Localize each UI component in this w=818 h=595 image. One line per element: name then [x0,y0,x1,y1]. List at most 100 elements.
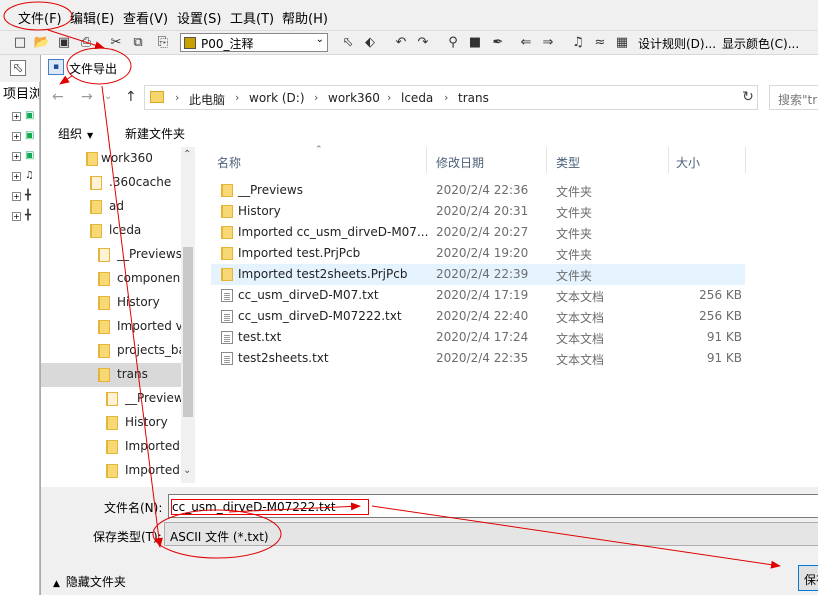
forward-arrow-icon[interactable]: → [81,89,93,105]
layer-select[interactable]: P00_注释 ⌄ [180,33,328,52]
paste-icon[interactable]: ⎘ [155,34,171,50]
nav-item-work360[interactable]: work360 [41,147,181,171]
nav-item-history[interactable]: History [41,291,181,315]
copy-icon[interactable]: ⧉ [130,34,146,50]
tree-expand-icon[interactable]: + [12,172,21,181]
open-folder-icon[interactable]: 📂 [34,34,50,50]
chevron-down-icon[interactable]: ⌄ [183,465,191,476]
file-name: Imported test.PrjPcb [238,246,361,260]
tree-expand-icon[interactable]: + [12,212,21,221]
nav-item-projects-ba[interactable]: projects_ba [41,339,181,363]
new-folder-button[interactable]: 新建文件夹 [125,125,185,142]
tree-expand-icon[interactable]: + [12,132,21,141]
recent-chevron-icon[interactable]: ⌄ [104,91,112,102]
chevron-up-icon[interactable]: ⌃ [183,149,191,160]
breadcrumb-separator-icon[interactable]: › [175,91,179,104]
file-name: History [238,204,281,218]
nav-item-preview[interactable]: __Preview [41,387,181,411]
organize-button[interactable]: 组织 ▼ [58,125,93,142]
file-row-history[interactable]: History 2020/2/4 20:31 文件夹 [211,201,745,222]
folder-icon [221,247,233,260]
save-button[interactable]: 保存 [798,565,818,591]
cut-icon[interactable]: ✂ [108,34,124,50]
breadcrumb-separator-icon[interactable]: › [235,91,239,104]
menu-settings[interactable]: 设置(S) [177,8,221,27]
back-arrow-icon[interactable]: ← [52,89,64,105]
file-row-imported-test2sheets[interactable]: Imported test2sheets.PrjPcb 2020/2/4 22:… [211,264,745,285]
up-arrow-icon[interactable]: ↑ [125,89,137,105]
nav-item-label: __Preview [125,391,181,405]
new-file-icon[interactable]: □ [12,34,28,50]
zoom-icon[interactable]: ⚲ [445,34,461,50]
breadcrumb-separator-icon[interactable]: › [444,91,448,104]
sheet-icon: ▣ [25,110,35,121]
breadcrumb-trans[interactable]: trans [458,91,489,105]
column-type[interactable]: 类型 [556,154,580,171]
column-name[interactable]: 名称 [217,154,241,171]
brush-icon[interactable]: ✒ [490,34,506,50]
nav-item-lceda[interactable]: lceda [41,219,181,243]
file-row-cc-usm-m07222[interactable]: cc_usm_dirveD-M07222.txt 2020/2/4 22:40 … [211,306,745,327]
column-date[interactable]: 修改日期 [436,154,484,171]
nav-item-history-sub[interactable]: History [41,411,181,435]
filename-input[interactable]: cc_usm_dirveD-M07222.txt [168,494,818,518]
previous-icon[interactable]: ⇐ [518,34,534,50]
display-color-button[interactable]: 显示颜色(C)... [722,35,799,52]
nav-item-trans[interactable]: trans [41,363,181,387]
redo-icon[interactable]: ↷ [415,34,431,50]
undo-icon[interactable]: ↶ [393,34,409,50]
nav-item-imported-sub-1[interactable]: Imported [41,435,181,459]
file-row-cc-usm-m07[interactable]: cc_usm_dirveD-M07.txt 2020/2/4 17:19 文本文… [211,285,745,306]
menu-tools[interactable]: 工具(T) [230,8,274,27]
music-note-icon[interactable]: ♫ [570,34,586,50]
address-bar[interactable]: › 此电脑 › work (D:) › work360 › lceda › tr… [144,85,758,110]
wave-icon[interactable]: ≈ [592,34,608,50]
tree-expand-icon[interactable]: + [12,112,21,121]
nav-item-imported-sub-2[interactable]: Imported [41,459,181,483]
rules-icon[interactable]: ▦ [614,34,630,50]
tree-expand-icon[interactable]: + [12,192,21,201]
hide-folders-toggle[interactable]: ▲ 隐藏文件夹 [53,573,126,590]
select-arrow-icon[interactable]: ⬁ [340,34,356,50]
nav-item-label: Imported [125,439,180,453]
search-input[interactable]: 搜索"trans" [769,85,818,110]
design-rules-button[interactable]: 设计规则(D)... [638,35,716,52]
breadcrumb-separator-icon[interactable]: › [387,91,391,104]
refresh-icon[interactable]: ↻ [738,85,758,110]
tree-expand-icon[interactable]: + [12,152,21,161]
nav-item-ad[interactable]: ad [41,195,181,219]
highlight-icon[interactable]: ■ [467,34,483,50]
file-row-imported-cc-usm[interactable]: Imported cc_usm_dirveD-M07... 2020/2/4 2… [211,222,745,243]
file-row-imported-test[interactable]: Imported test.PrjPcb 2020/2/4 19:20 文件夹 [211,243,745,264]
nav-item-imported[interactable]: Imported v [41,315,181,339]
menu-edit[interactable]: 编辑(E) [70,8,114,27]
column-divider[interactable] [745,147,746,173]
breadcrumb-work360[interactable]: work360 [328,91,380,105]
file-type: 文本文档 [556,290,605,304]
column-divider[interactable] [668,147,669,173]
scrollbar-thumb[interactable] [183,247,193,417]
menu-help[interactable]: 帮助(H) [282,8,328,27]
nav-item-componen[interactable]: componen [41,267,181,291]
breadcrumb-separator-icon[interactable]: › [314,91,318,104]
pointer-icon[interactable]: ⬁ [10,60,26,76]
save-icon[interactable]: ▣ [56,34,72,50]
column-size[interactable]: 大小 [676,154,700,171]
breadcrumb-lceda[interactable]: lceda [401,91,433,105]
breadcrumb-work-drive[interactable]: work (D:) [249,91,305,105]
file-row-test2sheets[interactable]: test2sheets.txt 2020/2/4 22:35 文本文档 91 K… [211,348,745,369]
next-icon[interactable]: ⇒ [540,34,556,50]
file-row-previews[interactable]: __Previews 2020/2/4 22:36 文件夹 [211,180,745,201]
nav-item-360cache[interactable]: .360cache [41,171,181,195]
breadcrumb-this-pc[interactable]: 此电脑 [189,91,225,108]
nav-item-previews[interactable]: __Previews [41,243,181,267]
file-row-test[interactable]: test.txt 2020/2/4 17:24 文本文档 91 KB [211,327,745,348]
filetype-select[interactable]: ASCII 文件 (*.txt) [164,522,818,546]
print-icon[interactable]: ⎙ [78,34,94,50]
nav-tree-scrollbar[interactable]: ⌃ ⌄ [181,147,195,483]
select-area-icon[interactable]: ⬖ [362,34,378,50]
menu-file[interactable]: 文件(F) [18,8,62,27]
menu-view[interactable]: 查看(V) [123,8,168,27]
column-divider[interactable] [426,147,427,173]
column-divider[interactable] [546,147,547,173]
